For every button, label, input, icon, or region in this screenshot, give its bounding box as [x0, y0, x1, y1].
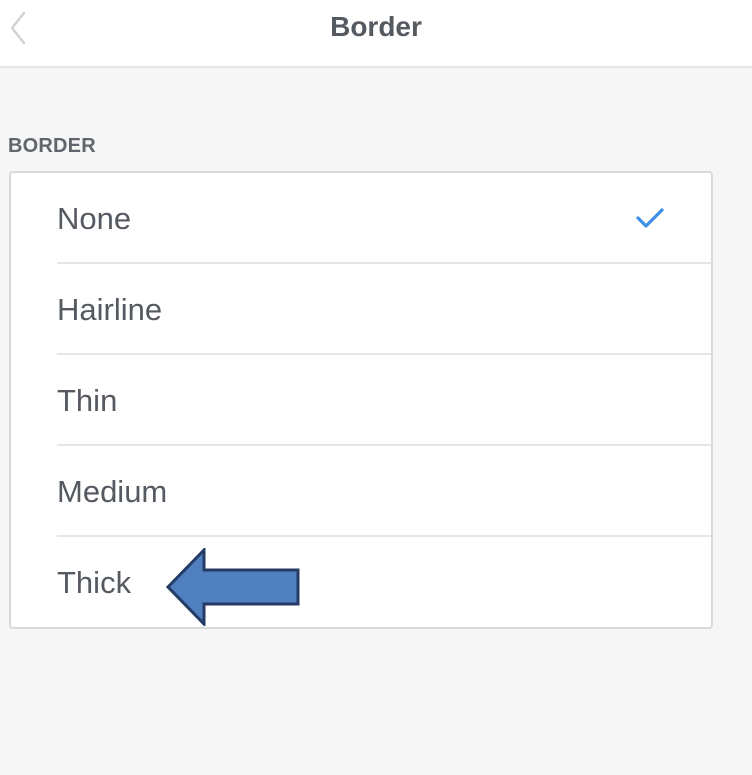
- option-label: Medium: [57, 474, 168, 509]
- option-label: Hairline: [57, 292, 163, 327]
- option-thin[interactable]: Thin: [11, 355, 711, 446]
- navigation-header: Border: [0, 0, 752, 68]
- option-label: Thick: [57, 565, 132, 600]
- option-thick[interactable]: Thick: [11, 537, 711, 627]
- option-none[interactable]: None: [11, 173, 711, 264]
- option-label: Thin: [57, 383, 118, 418]
- option-hairline[interactable]: Hairline: [11, 264, 711, 355]
- border-options-list: None Hairline Thin Medium Thick: [9, 171, 713, 629]
- checkmark-icon: [636, 208, 664, 228]
- option-label: None: [57, 201, 132, 236]
- section-label: BORDER: [8, 135, 96, 157]
- option-medium[interactable]: Medium: [11, 446, 711, 537]
- annotation-arrow-icon: [166, 548, 300, 626]
- page-title: Border: [330, 11, 422, 42]
